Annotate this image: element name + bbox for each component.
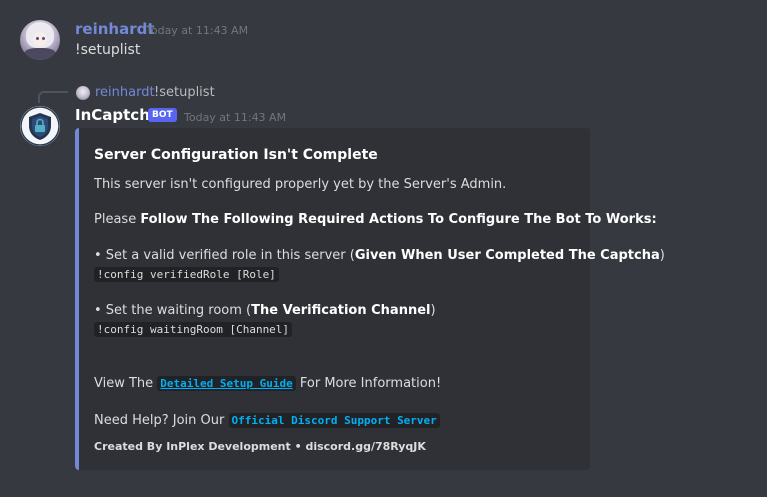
bot-badge: BOT [148,108,177,122]
user-avatar[interactable] [20,20,60,60]
setup-guide-link[interactable]: Detailed Setup Guide [157,376,296,391]
view-suffix: For More Information! [295,376,442,391]
message-username[interactable]: reinhardt [75,20,155,38]
step1-command: !config verifiedRole [Role] [94,267,279,282]
help-prefix: Need Help? Join Our [94,413,229,428]
step2-suffix: ) [430,303,436,318]
reply-avatar[interactable] [76,86,90,100]
support-server-link[interactable]: Official Discord Support Server [228,413,440,428]
step2-prefix: • Set the waiting room ( [94,303,252,318]
step1-prefix: • Set a valid verified role in this serv… [94,248,355,263]
step1-text: • Set a valid verified role in this serv… [94,248,665,263]
step2-command-line: !config waitingRoom [Channel] [94,322,293,337]
reply-content[interactable]: !setuplist [154,85,215,100]
instructions-prefix: Please [94,212,141,227]
instructions-bold: Follow The Following Required Actions To… [140,212,657,227]
reply-connector [38,91,68,103]
embed-card: Server Configuration Isn't Complete This… [75,128,665,470]
shield-icon [20,106,60,146]
reply-username[interactable]: reinhardt [95,85,155,100]
step1-bold: Given When User Completed The Captcha [354,248,660,263]
step1-suffix: ) [659,248,665,263]
message-content: !setuplist [75,42,141,58]
bot-avatar[interactable] [20,106,60,146]
step2-bold: The Verification Channel [251,303,431,318]
bot-timestamp: Today at 11:43 AM [184,111,287,124]
step1-command-line: !config verifiedRole [Role] [94,267,279,282]
embed-instructions: Please Follow The Following Required Act… [94,212,657,227]
help-line: Need Help? Join Our Official Discord Sup… [94,413,440,428]
embed-description: This server isn't configured properly ye… [94,177,507,192]
step2-text: • Set the waiting room (The Verification… [94,303,436,318]
message-timestamp: Today at 11:43 AM [146,24,249,37]
step2-command: !config waitingRoom [Channel] [94,322,293,337]
view-prefix: View The [94,376,158,391]
view-guide-line: View The Detailed Setup Guide For More I… [94,376,441,391]
embed-title: Server Configuration Isn't Complete [94,147,378,163]
embed-footer: Created By InPlex Development • discord.… [94,440,426,453]
